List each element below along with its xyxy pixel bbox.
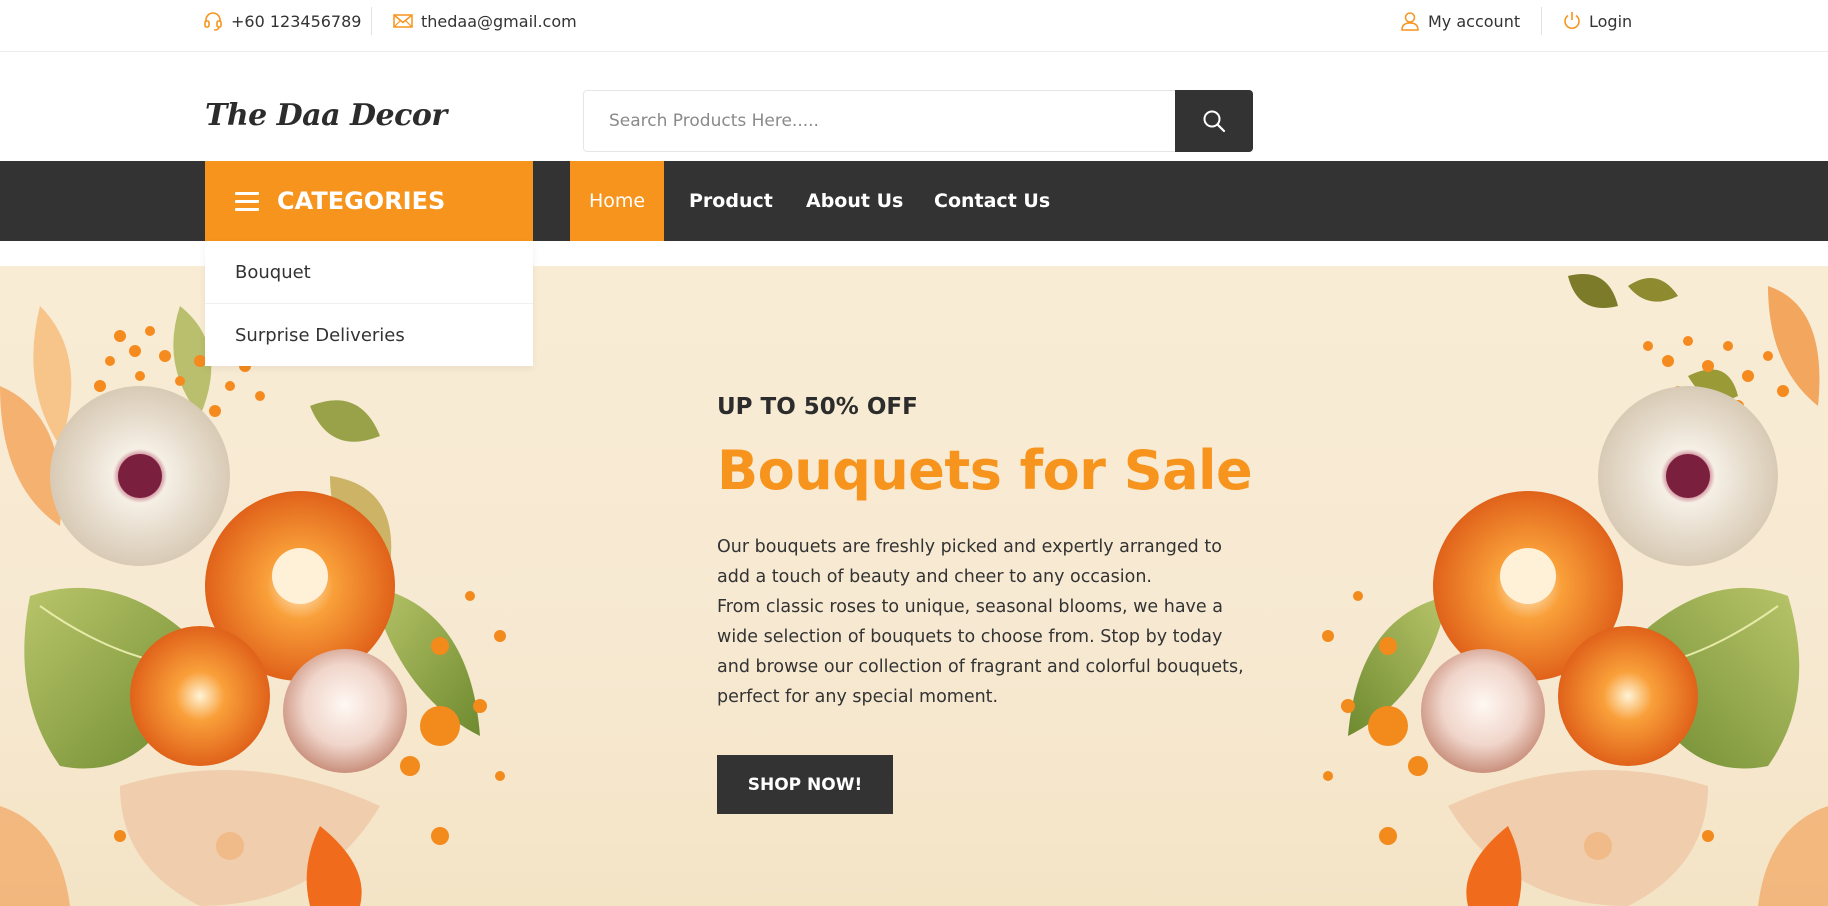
search-input[interactable] — [584, 91, 1174, 151]
shop-now-label: SHOP NOW! — [747, 774, 863, 795]
nav-product-label: Product — [689, 190, 773, 212]
hero-kicker: UP TO 50% OFF — [717, 394, 918, 420]
search-bar — [583, 90, 1253, 152]
nav-contact-us-label: Contact Us — [934, 190, 1051, 212]
categories-button[interactable]: CATEGORIES — [205, 161, 533, 241]
logo-text: The Daa Decor — [205, 98, 447, 133]
nav-product[interactable]: Product — [689, 161, 773, 241]
login-label: Login — [1589, 11, 1633, 31]
headset-icon — [204, 12, 222, 31]
mail-icon — [393, 14, 413, 28]
phone-contact[interactable]: +60 123456789 — [203, 0, 361, 42]
menu-icon — [235, 191, 259, 211]
email-address: thedaa@gmail.com — [421, 11, 577, 31]
category-item-surprise-deliveries[interactable]: Surprise Deliveries — [205, 304, 533, 366]
divider — [371, 7, 372, 35]
nav-about-us-label: About Us — [806, 190, 904, 212]
hero-headline: Bouquets for Sale — [717, 439, 1253, 502]
hero-paragraph: Our bouquets are freshly picked and expe… — [717, 537, 1222, 587]
category-label: Surprise Deliveries — [235, 324, 405, 346]
search-icon — [1203, 110, 1226, 133]
shop-now-button[interactable]: SHOP NOW! — [717, 755, 893, 814]
search-button[interactable] — [1175, 90, 1253, 152]
divider — [1541, 7, 1542, 35]
site-logo[interactable]: The Daa Decor — [205, 98, 447, 133]
user-icon — [1401, 12, 1419, 31]
top-bar: +60 123456789 thedaa@gmail.com My accoun… — [0, 0, 1828, 52]
nav-about-us[interactable]: About Us — [806, 161, 903, 241]
nav-home[interactable]: Home — [570, 161, 665, 241]
main-nav: CATEGORIES Home Product About Us Contact… — [0, 161, 1828, 241]
categories-label: CATEGORIES — [277, 187, 446, 215]
category-item-bouquet[interactable]: Bouquet — [205, 241, 533, 304]
right-flower-illustration — [1322, 274, 1828, 906]
categories-dropdown: Bouquet Surprise Deliveries — [205, 241, 533, 366]
phone-number: +60 123456789 — [231, 11, 362, 31]
site-header: The Daa Decor — [0, 52, 1828, 161]
my-account-label: My account — [1428, 11, 1521, 31]
category-label: Bouquet — [235, 261, 311, 283]
hero-paragraph: From classic roses to unique, seasonal b… — [717, 597, 1244, 707]
power-icon — [1564, 12, 1580, 29]
hero-description: Our bouquets are freshly picked and expe… — [717, 532, 1257, 712]
login-link[interactable]: Login — [1563, 0, 1632, 42]
nav-contact-us[interactable]: Contact Us — [934, 161, 1050, 241]
my-account-link[interactable]: My account — [1400, 0, 1520, 42]
email-contact[interactable]: thedaa@gmail.com — [393, 0, 577, 42]
nav-home-label: Home — [589, 190, 646, 212]
